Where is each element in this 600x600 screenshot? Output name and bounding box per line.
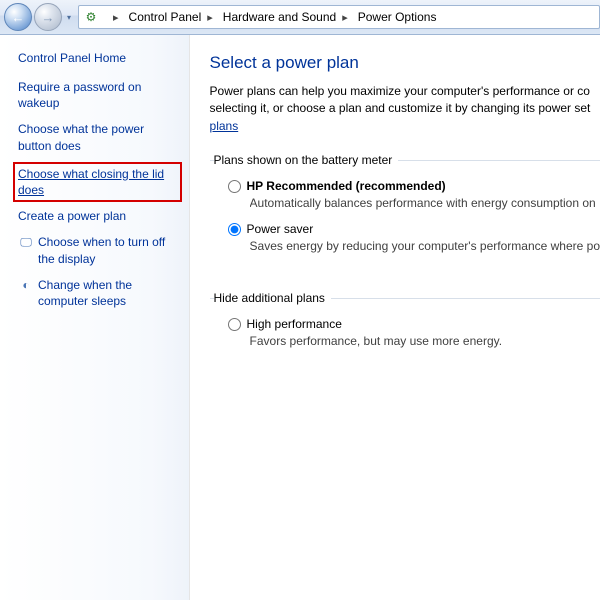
plan-radio-power-saver[interactable] [228, 223, 241, 236]
content: Control Panel Home Require a password on… [0, 35, 600, 600]
page-title: Select a power plan [210, 53, 600, 73]
chevron-right-icon: ▸ [113, 11, 119, 24]
group-legend: Hide additional plans [214, 291, 331, 305]
task-computer-sleeps[interactable]: ◐ Change when the computer sleeps [18, 277, 177, 309]
forward-button[interactable]: → [34, 3, 62, 31]
task-create-power-plan[interactable]: Create a power plan [18, 208, 177, 224]
plans-additional-group: Hide additional plans High performance F… [210, 291, 600, 368]
task-link[interactable]: Require a password on wakeup [18, 79, 177, 111]
task-power-button[interactable]: Choose what the power button does [18, 121, 177, 153]
task-require-password[interactable]: Require a password on wakeup [18, 79, 177, 111]
plan-label[interactable]: HP Recommended (recommended) [247, 179, 446, 193]
breadcrumb-hardware-and-sound[interactable]: Hardware and Sound ▸ [217, 6, 352, 28]
breadcrumb-root[interactable]: ▸ [101, 6, 123, 28]
intro-link[interactable]: plans [210, 119, 239, 133]
breadcrumb-label: Power Options [358, 10, 437, 24]
breadcrumb-power-options[interactable]: Power Options [352, 6, 441, 28]
task-link[interactable]: Choose what the power button does [18, 121, 177, 153]
plan-high-performance: High performance Favors performance, but… [228, 317, 600, 348]
address-bar: ← → ▾ ⚙ ▸ Control Panel ▸ Hardware and S… [0, 0, 600, 35]
chevron-right-icon: ▸ [207, 11, 213, 24]
back-button[interactable]: ← [4, 3, 32, 31]
task-link[interactable]: Change when the computer sleeps [38, 277, 177, 309]
intro-line-2: selecting it, or choose a plan and custo… [210, 101, 591, 115]
control-panel-icon: ⚙ [83, 9, 99, 25]
control-panel-home-link[interactable]: Control Panel Home [18, 51, 177, 65]
plan-desc: Favors performance, but may use more ene… [250, 334, 600, 348]
main-pane: Select a power plan Power plans can help… [190, 35, 600, 600]
forward-arrow-icon: → [42, 10, 55, 25]
display-icon: 🖵 [18, 234, 34, 250]
plan-radio-high-performance[interactable] [228, 318, 241, 331]
task-link[interactable]: Choose what closing the lid does [18, 166, 177, 198]
plan-radio-hp[interactable] [228, 180, 241, 193]
plan-power-saver: Power saver Saves energy by reducing you… [228, 222, 600, 253]
group-legend: Plans shown on the battery meter [214, 153, 399, 167]
back-arrow-icon: ← [12, 10, 25, 25]
breadcrumb-label: Control Panel [129, 10, 202, 24]
task-link[interactable]: Create a power plan [18, 208, 126, 224]
plan-desc: Saves energy by reducing your computer's… [250, 239, 600, 253]
breadcrumb-control-panel[interactable]: Control Panel ▸ [123, 6, 217, 28]
nav-history-dropdown[interactable]: ▾ [64, 4, 74, 30]
task-link[interactable]: Choose when to turn off the display [38, 234, 177, 266]
intro-text: Power plans can help you maximize your c… [210, 83, 600, 135]
breadcrumb-label: Hardware and Sound [223, 10, 336, 24]
sleep-icon: ◐ [18, 277, 34, 293]
plan-label[interactable]: Power saver [247, 222, 314, 236]
plan-desc: Automatically balances performance with … [250, 196, 600, 210]
breadcrumb: ⚙ ▸ Control Panel ▸ Hardware and Sound ▸… [78, 5, 600, 29]
sidebar: Control Panel Home Require a password on… [0, 35, 190, 600]
plan-hp-recommended: HP Recommended (recommended) Automatical… [228, 179, 600, 210]
intro-line-1: Power plans can help you maximize your c… [210, 84, 590, 98]
chevron-right-icon: ▸ [342, 11, 348, 24]
task-turn-off-display[interactable]: 🖵 Choose when to turn off the display [18, 234, 177, 266]
task-closing-lid[interactable]: Choose what closing the lid does [15, 164, 180, 200]
nav-buttons: ← → ▾ [0, 3, 74, 31]
plans-battery-meter-group: Plans shown on the battery meter HP Reco… [210, 153, 600, 273]
plan-label[interactable]: High performance [247, 317, 342, 331]
